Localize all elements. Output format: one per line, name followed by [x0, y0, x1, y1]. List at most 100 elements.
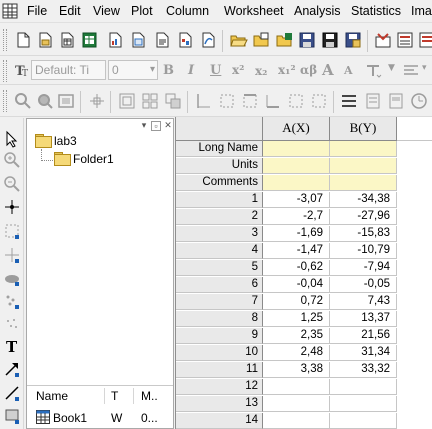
row-header[interactable]: 9	[176, 328, 263, 344]
import-wizard-icon[interactable]	[374, 31, 392, 49]
data-cell[interactable]: 2,48	[263, 345, 330, 361]
menu-column[interactable]: Column	[166, 4, 209, 18]
meta-cell[interactable]	[263, 158, 330, 174]
data-cell[interactable]: 21,56	[330, 328, 397, 344]
data-cell[interactable]	[330, 379, 397, 395]
import-multiple-icon[interactable]	[418, 31, 432, 49]
screen-reader-icon[interactable]	[3, 198, 21, 216]
align-horizontal-icon[interactable]	[310, 92, 328, 110]
layer-manage-icon[interactable]	[387, 92, 405, 110]
chevron-down-icon[interactable]: ▼	[388, 63, 395, 73]
align-vertical-icon[interactable]	[287, 92, 305, 110]
data-cell[interactable]: -0,04	[263, 277, 330, 293]
data-cell[interactable]: 0,72	[263, 294, 330, 310]
subscript-button[interactable]: x₂	[255, 64, 267, 78]
data-cell[interactable]	[263, 396, 330, 412]
align-right-icon[interactable]	[218, 92, 236, 110]
clock-icon[interactable]	[410, 92, 428, 110]
corner-cell[interactable]	[176, 117, 263, 141]
new-excel-icon[interactable]	[81, 31, 99, 49]
rectangle-tool-icon[interactable]	[3, 407, 21, 425]
underline-button[interactable]: U	[210, 63, 221, 78]
col-name[interactable]: Name	[36, 389, 68, 403]
data-cell[interactable]: -3,07	[263, 192, 330, 208]
pin-icon[interactable]: ▾	[139, 121, 149, 131]
zoom-in-icon[interactable]	[3, 151, 21, 169]
meta-row-header[interactable]: Long Name	[176, 141, 263, 157]
meta-cell[interactable]	[330, 141, 397, 157]
row-header[interactable]: 3	[176, 226, 263, 242]
supsub-button[interactable]: x₁²	[278, 63, 296, 77]
data-cell[interactable]: -1,69	[263, 226, 330, 242]
menu-image[interactable]: Ima	[411, 4, 432, 18]
menu-view[interactable]: View	[93, 4, 120, 18]
open-icon[interactable]	[230, 31, 248, 49]
row-header[interactable]: 11	[176, 362, 263, 378]
row-header[interactable]: 6	[176, 277, 263, 293]
toolbar-grip[interactable]	[3, 90, 7, 112]
data-cell[interactable]: 7,43	[330, 294, 397, 310]
new-graph-icon[interactable]	[106, 31, 124, 49]
meta-cell[interactable]	[263, 175, 330, 191]
data-cell[interactable]: 31,34	[330, 345, 397, 361]
row-header[interactable]: 5	[176, 260, 263, 276]
row-header[interactable]: 12	[176, 379, 263, 395]
row-header[interactable]: 1	[176, 192, 263, 208]
data-cell[interactable]: -15,83	[330, 226, 397, 242]
tree-folder1[interactable]: Folder1	[54, 152, 114, 170]
meta-cell[interactable]	[330, 175, 397, 191]
group-icon[interactable]	[118, 92, 136, 110]
row-header[interactable]: 4	[176, 243, 263, 259]
close-icon[interactable]: ✕	[163, 121, 173, 131]
data-cell[interactable]: -1,47	[263, 243, 330, 259]
increase-font-button[interactable]: A	[322, 61, 334, 79]
align-left-icon[interactable]	[402, 62, 420, 80]
data-cell[interactable]: -0,62	[263, 260, 330, 276]
pin-button[interactable]: ▫	[151, 121, 161, 131]
new-layout-icon[interactable]	[176, 31, 194, 49]
data-cell[interactable]: 33,32	[330, 362, 397, 378]
open-excel-icon[interactable]	[276, 31, 294, 49]
save-window-icon[interactable]	[321, 31, 339, 49]
zoom-out-icon[interactable]	[3, 175, 21, 193]
layer-menu-icon[interactable]	[340, 92, 358, 110]
mask-icon[interactable]	[3, 269, 21, 287]
align-top-icon[interactable]	[241, 92, 259, 110]
greek-button[interactable]: αβ	[300, 63, 317, 77]
menu-plot[interactable]: Plot	[131, 4, 153, 18]
decrease-font-button[interactable]: A	[344, 64, 353, 77]
pointer-icon[interactable]	[3, 130, 21, 148]
align-left-icon[interactable]	[195, 92, 213, 110]
row-header[interactable]: 14	[176, 413, 263, 429]
col-type[interactable]: T	[111, 389, 118, 403]
row-header[interactable]: 8	[176, 311, 263, 327]
chevron-down-icon[interactable]: ▾	[422, 63, 427, 73]
data-cell[interactable]: -34,38	[330, 192, 397, 208]
toolbar-grip[interactable]	[3, 29, 7, 51]
meta-cell[interactable]	[330, 158, 397, 174]
list-item[interactable]: Book1 W 0...	[27, 407, 173, 427]
data-cell[interactable]	[263, 413, 330, 429]
line-tool-icon[interactable]	[3, 384, 21, 402]
scatter-points-icon[interactable]	[3, 315, 21, 333]
layer-list-icon[interactable]	[364, 92, 382, 110]
data-cell[interactable]: 2,35	[263, 328, 330, 344]
font-size-combo[interactable]: 0 ▾	[108, 60, 158, 80]
draw-data-icon[interactable]	[3, 292, 21, 310]
data-cell[interactable]: 1,25	[263, 311, 330, 327]
ungroup-icon[interactable]	[141, 92, 159, 110]
data-reader-icon[interactable]	[3, 246, 21, 264]
font-combo[interactable]: Default: Ti	[31, 60, 106, 80]
row-header[interactable]: 10	[176, 345, 263, 361]
zoom-mode-icon[interactable]	[36, 92, 54, 110]
import-ascii-icon[interactable]	[396, 31, 414, 49]
column-divider[interactable]	[104, 388, 105, 404]
data-cell[interactable]: 13,37	[330, 311, 397, 327]
meta-cell[interactable]	[263, 141, 330, 157]
column-header-a[interactable]: A(X)	[263, 117, 330, 141]
column-divider[interactable]	[133, 388, 134, 404]
rescale-icon[interactable]	[57, 92, 75, 110]
bold-button[interactable]: B	[163, 63, 174, 78]
row-header[interactable]: 7	[176, 294, 263, 310]
new-project-icon[interactable]	[14, 31, 32, 49]
